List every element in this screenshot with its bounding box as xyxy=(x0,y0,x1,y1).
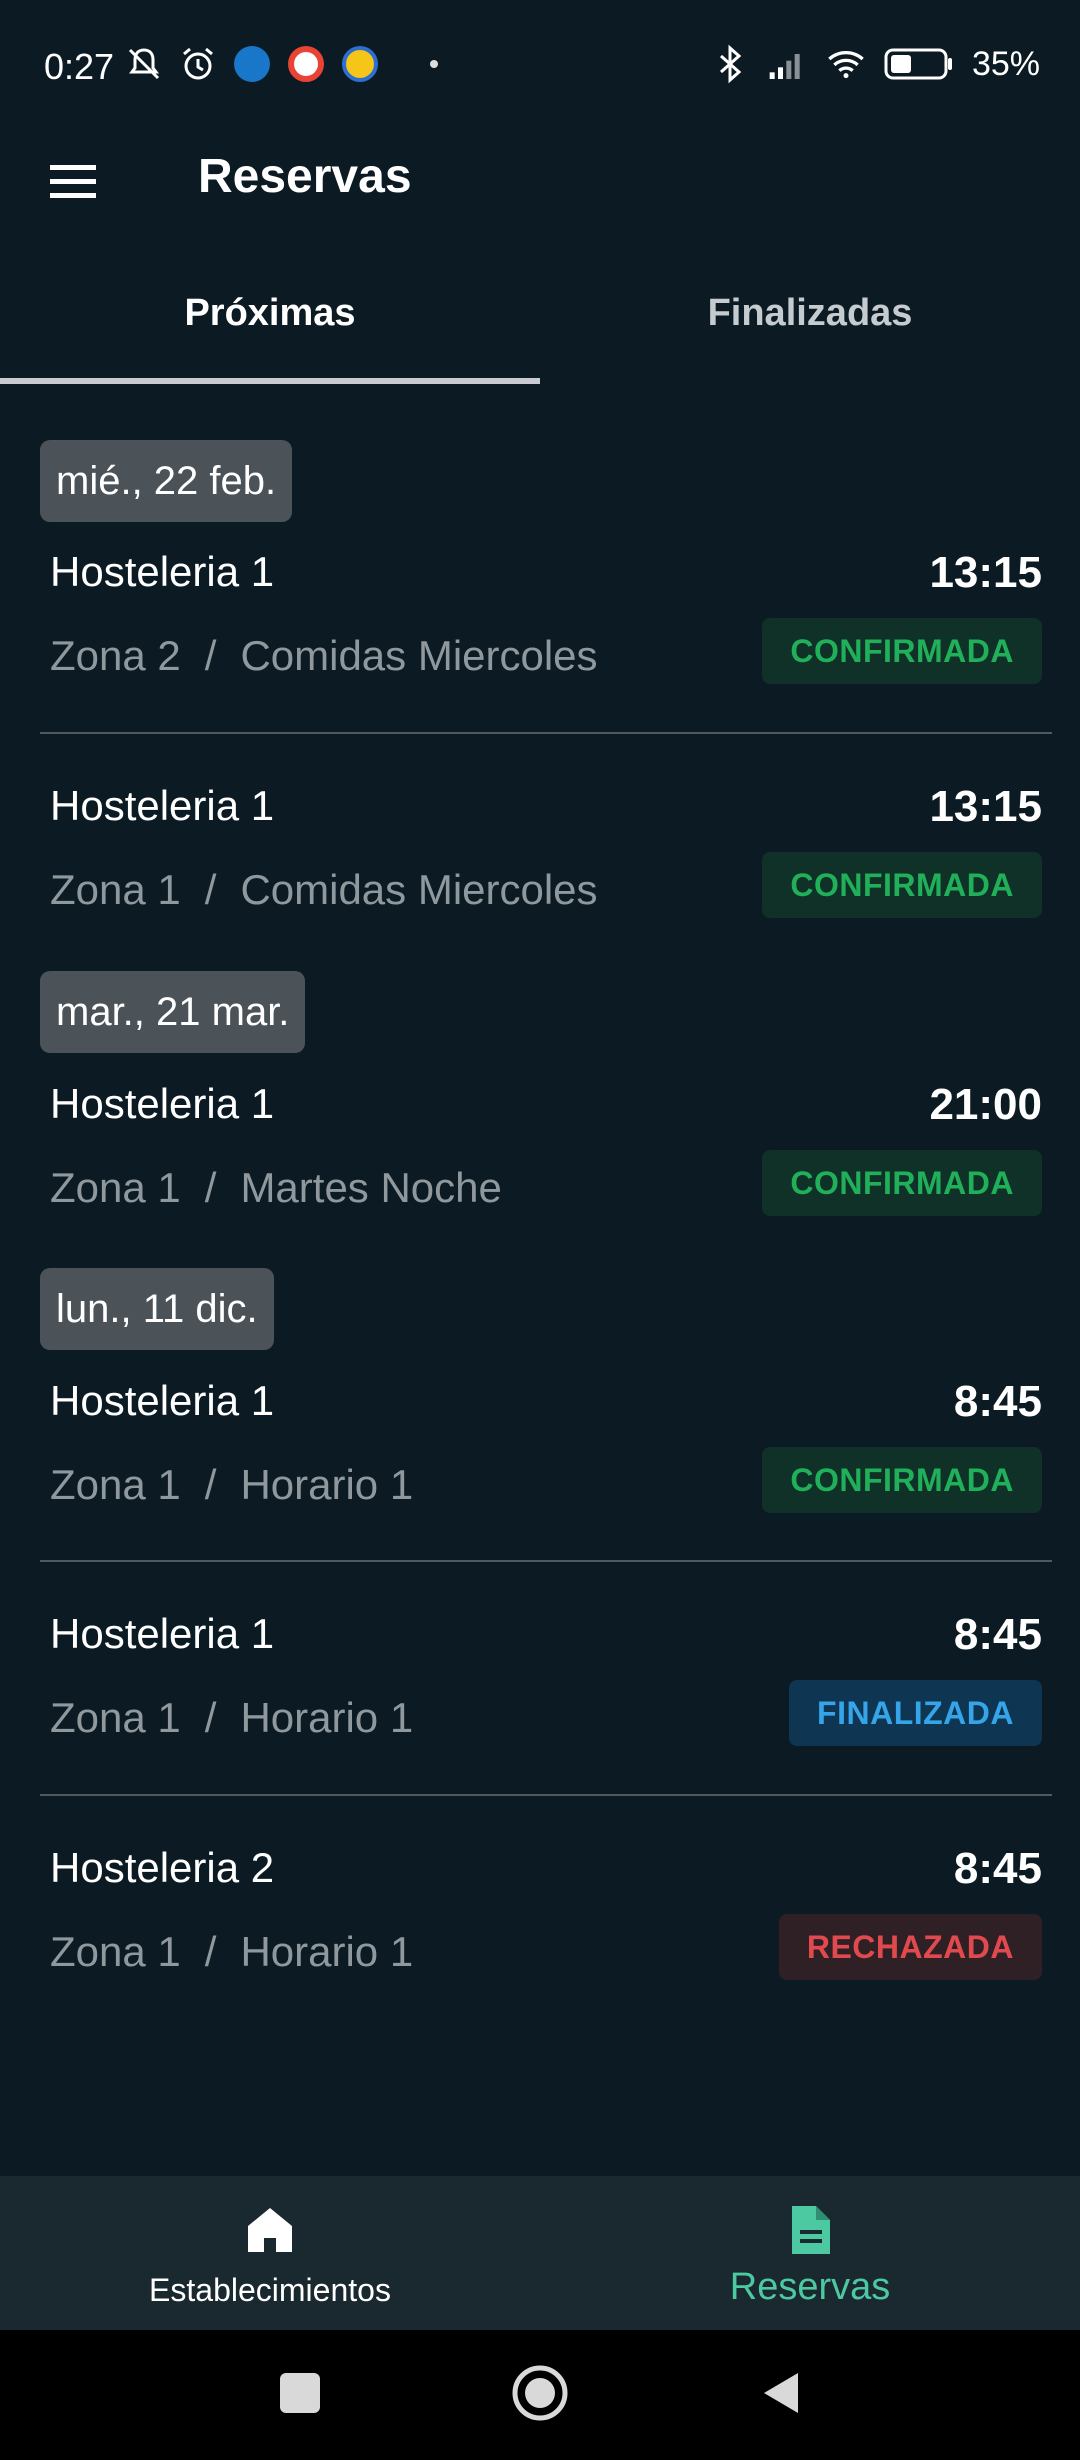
separator: / xyxy=(204,1164,217,1211)
reservation-zone: Zona 1 xyxy=(50,866,181,913)
tab-bar: Próximas Finalizadas xyxy=(0,270,1080,386)
reservation-details: Zona 1 / Comidas Miercoles xyxy=(50,866,598,914)
reservation-venue: Hosteleria 1 xyxy=(50,548,275,595)
divider xyxy=(40,732,1052,734)
status-badge: CONFIRMADA xyxy=(762,1150,1042,1216)
reservation-venue: Hosteleria 1 xyxy=(50,1610,275,1657)
bluetooth-icon xyxy=(710,44,750,84)
system-navigation-bar xyxy=(0,2330,1080,2460)
reservation-details: Zona 1 / Horario 1 xyxy=(50,1461,413,1509)
reservation-details: Zona 1 / Horario 1 xyxy=(50,1694,413,1742)
app-bar: Reservas xyxy=(0,135,1080,225)
hamburger-menu-icon[interactable] xyxy=(44,153,110,211)
reservation-schedule: Comidas Miercoles xyxy=(240,632,598,679)
back-icon[interactable] xyxy=(745,2358,815,2428)
home-button-icon[interactable] xyxy=(505,2358,575,2428)
home-icon xyxy=(242,2202,298,2258)
date-header: lun., 11 dic. xyxy=(40,1268,274,1350)
reservation-row[interactable]: Hosteleria 1 8:45 Zona 1 / Horario 1 CONFI… xyxy=(0,1377,1080,1577)
reservation-zone: Zona 1 xyxy=(50,1928,181,1975)
reservation-details: Zona 1 / Martes Noche xyxy=(50,1164,502,1212)
alarm-icon xyxy=(178,44,218,84)
page-title: Reservas xyxy=(198,150,412,203)
nav-label: Reservas xyxy=(729,2266,891,2308)
separator: / xyxy=(204,1461,217,1508)
separator: / xyxy=(204,632,217,679)
tab-indicator xyxy=(0,378,540,384)
nav-reservas[interactable]: Reservas xyxy=(540,2176,1080,2330)
app-icon xyxy=(340,44,380,84)
separator: / xyxy=(204,1694,217,1741)
reservation-schedule: Comidas Miercoles xyxy=(240,866,598,913)
reservation-time: 8:45 xyxy=(953,1610,1042,1659)
divider xyxy=(40,1560,1052,1562)
notification-dot xyxy=(430,60,438,68)
reservation-time: 8:45 xyxy=(953,1844,1042,1893)
outlook-icon xyxy=(232,44,272,84)
signal-icon xyxy=(768,44,808,84)
reservation-details: Zona 2 / Comidas Miercoles xyxy=(50,632,598,680)
nav-label: Establecimientos xyxy=(149,2272,391,2308)
reservation-schedule: Horario 1 xyxy=(240,1461,414,1508)
date-header: mié., 22 feb. xyxy=(40,440,293,522)
separator: / xyxy=(204,866,217,913)
nav-establecimientos[interactable]: Establecimientos xyxy=(0,2176,540,2330)
status-bar: 0:27 35% xyxy=(0,0,1080,135)
reservation-time: 13:15 xyxy=(929,548,1042,597)
status-badge: RECHAZADA xyxy=(778,1914,1042,1980)
battery-percentage: 35% xyxy=(971,44,1040,83)
mute-bell-icon xyxy=(124,44,164,84)
battery-icon xyxy=(884,44,954,84)
reservation-venue: Hosteleria 1 xyxy=(50,1080,275,1127)
status-badge: FINALIZADA xyxy=(789,1680,1042,1746)
reservation-schedule: Horario 1 xyxy=(240,1694,414,1741)
reservation-time: 13:15 xyxy=(929,782,1042,831)
status-badge: CONFIRMADA xyxy=(762,1447,1042,1513)
reservation-row[interactable]: Hosteleria 1 13:15 Zona 1 / Comidas Mierco… xyxy=(0,782,1080,982)
wifi-icon xyxy=(826,44,866,84)
status-badge: CONFIRMADA xyxy=(762,618,1042,684)
reservation-time: 8:45 xyxy=(953,1377,1042,1426)
reservation-zone: Zona 1 xyxy=(50,1694,181,1741)
screen: 0:27 35% Reservas Próximas Finalizadas m… xyxy=(0,0,1080,2460)
document-icon xyxy=(782,2202,838,2258)
reservation-venue: Hosteleria 2 xyxy=(50,1844,275,1891)
reservation-zone: Zona 1 xyxy=(50,1461,181,1508)
tab-proximas[interactable]: Próximas xyxy=(0,270,540,386)
reservation-schedule: Horario 1 xyxy=(240,1928,414,1975)
reservation-row[interactable]: Hosteleria 1 8:45 Zona 1 / Horario 1 FINAL… xyxy=(0,1610,1080,1810)
google-icon xyxy=(286,44,326,84)
reservation-row[interactable]: Hosteleria 2 8:45 Zona 1 / Horario 1 RECHA… xyxy=(0,1844,1080,2044)
separator: / xyxy=(204,1928,217,1975)
date-header: mar., 21 mar. xyxy=(40,971,306,1053)
recent-apps-icon[interactable] xyxy=(265,2358,335,2428)
bottom-navigation: Establecimientos Reservas xyxy=(0,2176,1080,2330)
reservation-zone: Zona 2 xyxy=(50,632,181,679)
status-icons-right: 35% xyxy=(710,44,1040,84)
reservation-venue: Hosteleria 1 xyxy=(50,782,275,829)
reservation-row[interactable]: Hosteleria 1 13:15 Zona 2 / Comidas Mierco… xyxy=(0,548,1080,748)
status-icons-left xyxy=(124,44,438,84)
reservation-venue: Hosteleria 1 xyxy=(50,1377,275,1424)
reservation-row[interactable]: Hosteleria 1 21:00 Zona 1 / Martes Noche C… xyxy=(0,1080,1080,1280)
status-time: 0:27 xyxy=(44,46,115,87)
divider xyxy=(40,1794,1052,1796)
reservation-time: 21:00 xyxy=(929,1080,1042,1129)
tab-finalizadas[interactable]: Finalizadas xyxy=(540,270,1080,386)
reservation-zone: Zona 1 xyxy=(50,1164,181,1211)
status-badge: CONFIRMADA xyxy=(762,852,1042,918)
reservation-schedule: Martes Noche xyxy=(240,1164,502,1211)
reservation-details: Zona 1 / Horario 1 xyxy=(50,1928,413,1976)
